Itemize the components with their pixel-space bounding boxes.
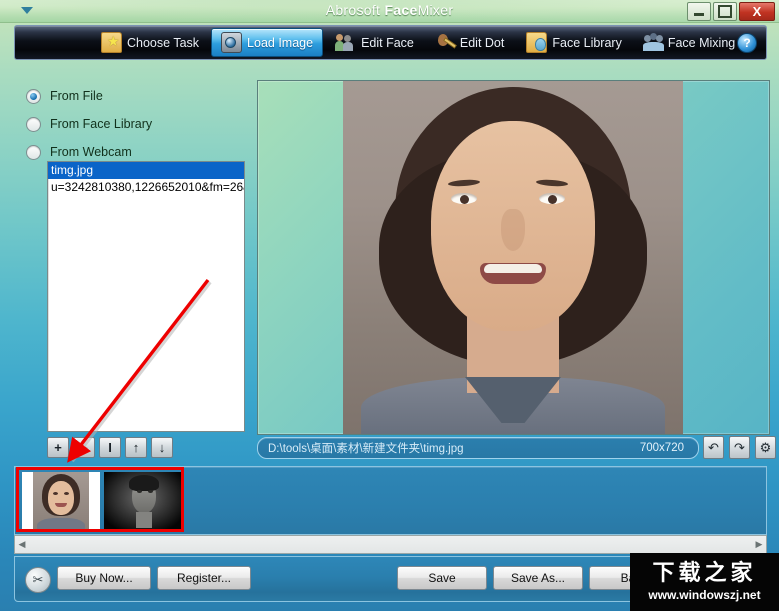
preview-tools: ↶ ↷ ⚙ bbox=[703, 436, 776, 459]
list-item[interactable]: u=3242810380,1226652010&fm=26&gp= bbox=[48, 179, 244, 196]
window-title-bold: Face bbox=[384, 2, 417, 18]
toolbar-label: Edit Face bbox=[361, 36, 414, 50]
folder-face-icon bbox=[526, 32, 547, 53]
radio-indicator bbox=[26, 117, 41, 132]
buy-now-button[interactable]: Buy Now... bbox=[57, 566, 151, 590]
watermark-text: 下载之家 bbox=[652, 562, 756, 585]
radio-indicator bbox=[26, 89, 41, 104]
toolbar-label: Face Library bbox=[552, 36, 621, 50]
minimize-icon bbox=[694, 13, 704, 16]
toolbar-item-load-image[interactable]: Load Image bbox=[211, 28, 323, 57]
settings-gear-button[interactable]: ⚙ bbox=[755, 436, 776, 459]
image-source-options: From File From Face Library From Webcam bbox=[26, 82, 236, 166]
two-people-icon bbox=[335, 33, 356, 52]
minimize-button[interactable] bbox=[687, 2, 711, 21]
title-bar: Abrosoft FaceMixer X bbox=[0, 0, 779, 23]
toolbar-label: Face Mixing bbox=[668, 36, 735, 50]
radio-from-face-library[interactable]: From Face Library bbox=[26, 110, 236, 138]
three-people-icon bbox=[644, 33, 663, 52]
maximize-icon bbox=[718, 5, 732, 18]
register-button[interactable]: Register... bbox=[157, 566, 251, 590]
radio-from-file[interactable]: From File bbox=[26, 82, 236, 110]
toolbar-item-edit-dot[interactable]: Edit Dot bbox=[426, 28, 514, 57]
rename-image-button[interactable]: I bbox=[99, 437, 121, 458]
file-list[interactable]: timg.jpg u=3242810380,1226652010&fm=26&g… bbox=[47, 161, 245, 432]
radio-indicator bbox=[26, 145, 41, 160]
window-title-light: Abrosoft bbox=[326, 2, 385, 18]
image-path-bar: D:\tools\桌面\素材\新建文件夹\timg.jpg 700x720 bbox=[257, 437, 699, 459]
move-down-button[interactable]: ↓ bbox=[151, 437, 173, 458]
folder-star-icon bbox=[101, 32, 122, 53]
scroll-right-arrow-icon[interactable]: ▶ bbox=[752, 539, 766, 550]
camera-icon bbox=[221, 32, 242, 53]
toolbar-label: Choose Task bbox=[127, 36, 199, 50]
help-icon[interactable]: ? bbox=[737, 33, 757, 53]
wrench-icon[interactable]: ✂ bbox=[25, 567, 51, 593]
image-path-text: D:\tools\桌面\素材\新建文件夹\timg.jpg bbox=[268, 440, 640, 456]
toolbar-label: Edit Dot bbox=[460, 36, 504, 50]
save-as-button[interactable]: Save As... bbox=[493, 566, 583, 590]
move-up-button[interactable]: ↑ bbox=[125, 437, 147, 458]
add-image-button[interactable]: + bbox=[47, 437, 69, 458]
window-buttons: X bbox=[687, 2, 775, 20]
toolbar-item-face-library[interactable]: Face Library bbox=[516, 28, 631, 57]
application-window: Abrosoft FaceMixer X Choose Task Load Im… bbox=[0, 0, 779, 611]
maximize-button[interactable] bbox=[713, 2, 737, 21]
list-item[interactable]: timg.jpg bbox=[48, 162, 244, 179]
radio-label: From Face Library bbox=[50, 117, 152, 131]
close-button[interactable]: X bbox=[739, 2, 775, 21]
main-toolbar: Choose Task Load Image Edit Face Edit Do… bbox=[14, 25, 767, 60]
toolbar-item-face-mixing[interactable]: Face Mixing bbox=[634, 28, 745, 57]
rotate-left-button[interactable]: ↶ bbox=[703, 436, 724, 459]
face-pen-icon bbox=[436, 33, 455, 52]
file-list-toolbar: + – I ↑ ↓ bbox=[47, 437, 173, 458]
scroll-left-arrow-icon[interactable]: ◀ bbox=[15, 539, 29, 550]
preview-photo bbox=[343, 81, 683, 434]
site-watermark: 下载之家 www.windowszj.net bbox=[630, 553, 779, 611]
toolbar-item-edit-face[interactable]: Edit Face bbox=[325, 28, 424, 57]
window-title-tail: Mixer bbox=[418, 2, 454, 18]
watermark-url: www.windowszj.net bbox=[648, 588, 760, 602]
thumbnail-scrollbar[interactable]: ◀ ▶ bbox=[14, 535, 767, 554]
toolbar-label: Load Image bbox=[247, 36, 313, 50]
radio-label: From File bbox=[50, 89, 103, 103]
window-title: Abrosoft FaceMixer bbox=[0, 2, 779, 18]
rotate-right-button[interactable]: ↷ bbox=[729, 436, 750, 459]
image-preview-area[interactable] bbox=[257, 80, 770, 435]
save-button[interactable]: Save bbox=[397, 566, 487, 590]
radio-label: From Webcam bbox=[50, 145, 132, 159]
toolbar-item-choose-task[interactable]: Choose Task bbox=[91, 28, 209, 57]
thumbnail-selection-highlight bbox=[16, 467, 184, 532]
remove-image-button[interactable]: – bbox=[73, 437, 95, 458]
image-dimensions-text: 700x720 bbox=[640, 442, 684, 454]
